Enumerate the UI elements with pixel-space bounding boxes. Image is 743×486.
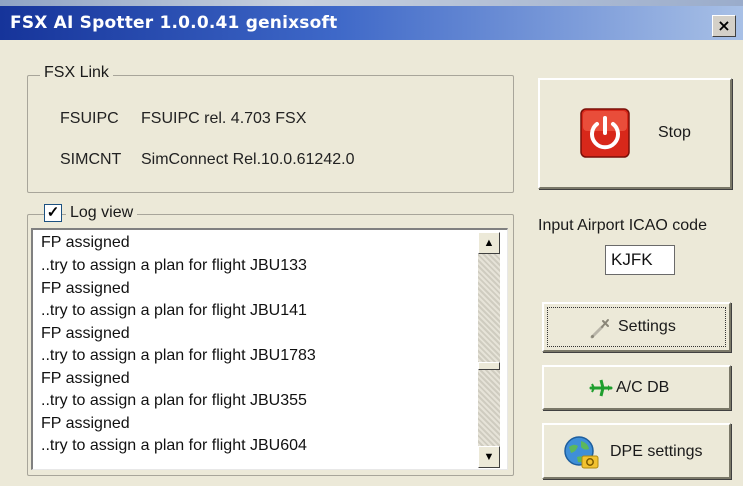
fsuipc-value: FSUIPC rel. 4.703 FSX [141,110,307,127]
log-line: FP assigned [41,370,130,387]
icao-input[interactable] [605,245,675,275]
dpe-settings-label: DPE settings [610,443,703,460]
fsx-link-legend: FSX Link [40,64,113,82]
log-line: ..try to assign a plan for flight JBU141 [41,302,307,319]
fsx-link-group [27,75,514,193]
title-bar[interactable]: FSX AI Spotter 1.0.0.41 genixsoft × [0,6,743,40]
fsuipc-label: FSUIPC [60,110,119,127]
log-line: FP assigned [41,234,130,251]
log-line: ..try to assign a plan for flight JBU178… [41,347,316,364]
globe-icon [562,433,602,473]
log-line: ..try to assign a plan for flight JBU355 [41,392,307,409]
log-line: FP assigned [41,325,130,342]
log-view-legend: Log view [66,204,138,222]
log-view-checkbox[interactable]: ✓ [44,204,62,222]
log-line: FP assigned [41,280,130,297]
log-list[interactable]: FP assigned ..try to assign a plan for f… [31,228,508,470]
settings-label: Settings [618,318,676,335]
airplane-icon [589,377,613,399]
ac-db-label: A/C DB [616,379,670,396]
power-icon [580,108,630,158]
stop-button[interactable]: Stop [538,78,732,189]
log-line: FP assigned [41,415,130,432]
scroll-thumb[interactable] [478,362,500,370]
simconnect-value: SimConnect Rel.10.0.61242.0 [141,151,355,168]
simconnect-label: SIMCNT [60,151,122,168]
icao-label: Input Airport ICAO code [538,217,707,234]
settings-button[interactable]: Settings [542,302,731,352]
dpe-settings-button[interactable]: DPE settings [542,423,731,479]
scroll-down-button[interactable]: ▼ [478,446,500,468]
log-line: ..try to assign a plan for flight JBU604 [41,437,307,454]
window-title: FSX AI Spotter 1.0.0.41 genixsoft [10,13,338,33]
log-line: ..try to assign a plan for flight JBU133 [41,257,307,274]
scroll-up-button[interactable]: ▲ [478,232,500,254]
log-scrollbar[interactable]: ▲ ▼ [478,232,500,468]
close-button[interactable]: × [712,15,736,37]
ac-db-button[interactable]: A/C DB [542,365,731,410]
wrench-icon [588,316,612,340]
stop-label: Stop [658,124,691,141]
